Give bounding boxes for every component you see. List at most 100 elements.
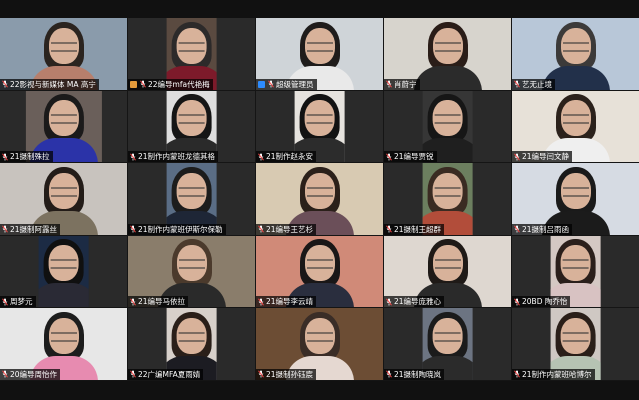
participant-tile[interactable]: 超级管理员 — [256, 18, 383, 90]
muted-mic-icon — [258, 370, 264, 378]
participant-name-label: 21制作内蒙班哈博尔 — [512, 368, 595, 380]
participant-tile[interactable]: 21摄制陶晓岚 — [384, 308, 511, 380]
participant-name-label: 22编导mfa代艳梅 — [128, 78, 213, 90]
participant-name: 肖蔚宁 — [394, 79, 417, 89]
participant-name: 周梦元 — [10, 297, 33, 307]
participant-name: 21摄制陶晓岚 — [394, 369, 442, 379]
participant-name-label: 超级管理员 — [256, 78, 317, 90]
muted-mic-icon — [2, 298, 8, 306]
participant-name: 21制作赵永安 — [266, 152, 314, 162]
participant-name-label: 21制作赵永安 — [256, 151, 317, 163]
participant-tile[interactable]: 21制作内蒙班哈博尔 — [512, 308, 639, 380]
participant-name: 艺无止境 — [522, 79, 552, 89]
muted-mic-icon — [514, 225, 520, 233]
participant-name-label: 21摄制阿露丝 — [0, 223, 61, 235]
participant-name-label: 21编导王艺杉 — [256, 223, 317, 235]
muted-mic-icon — [140, 80, 146, 88]
host-icon — [258, 80, 265, 88]
window-top-bar — [0, 0, 639, 18]
window-bottom-bar — [0, 381, 639, 400]
participant-name: 21摄制吕雨函 — [522, 224, 570, 234]
participant-tile[interactable]: 22广编MFA夏雨婧 — [128, 308, 255, 380]
participant-name: 21编导李云靖 — [266, 297, 314, 307]
participant-name-label: 21制作内蒙班伊斯尔保勒 — [128, 223, 226, 235]
muted-mic-icon — [514, 298, 520, 306]
participant-name: 21摄制阿露丝 — [10, 224, 58, 234]
muted-mic-icon — [386, 225, 392, 233]
participant-tile[interactable]: 21编导王艺杉 — [256, 163, 383, 235]
participant-name-label: 21编导庞雅心 — [384, 296, 445, 308]
participant-tile[interactable]: 21摄制王超群 — [384, 163, 511, 235]
participant-tile[interactable]: 21编导马依拉 — [128, 235, 255, 308]
muted-mic-icon — [514, 153, 520, 161]
muted-mic-icon — [130, 370, 136, 378]
muted-mic-icon — [386, 153, 392, 161]
participant-name: 21摄制孙钰宸 — [266, 369, 314, 379]
participant-tile[interactable]: 21摄制吕雨函 — [512, 163, 639, 235]
participant-tile[interactable]: 21编导庞雅心 — [384, 235, 511, 308]
participant-name: 21编导闫文静 — [522, 152, 570, 162]
raised-hand-icon — [130, 80, 137, 88]
participant-tile[interactable]: 周梦元 — [0, 235, 127, 308]
participant-silhouette — [38, 239, 89, 308]
muted-mic-icon — [130, 298, 136, 306]
participant-name: 21编导马依拉 — [138, 297, 186, 307]
participant-name-label: 21摄制陶晓岚 — [384, 368, 445, 380]
muted-mic-icon — [258, 298, 264, 306]
participant-name: 21制作内蒙班龙德其格 — [138, 152, 216, 162]
muted-mic-icon — [2, 370, 8, 378]
muted-mic-icon — [2, 225, 8, 233]
participant-tile[interactable]: 21编导李云靖 — [256, 235, 383, 308]
muted-mic-icon — [514, 370, 520, 378]
video-feed — [38, 235, 89, 308]
participant-tile[interactable]: 22编导mfa代艳梅 — [128, 18, 255, 90]
participant-name: 21摄制殊拉 — [10, 152, 50, 162]
participant-name: 21摄制王超群 — [394, 224, 442, 234]
muted-mic-icon — [2, 80, 8, 88]
participant-name-label: 21编导闫文静 — [512, 151, 573, 163]
muted-mic-icon — [130, 153, 136, 161]
participant-name-label: 20BD 陶乔怡 — [512, 296, 571, 308]
muted-mic-icon — [258, 225, 264, 233]
participant-name: 21编导庞雅心 — [394, 297, 442, 307]
participant-name-label: 21摄制王超群 — [384, 223, 445, 235]
participant-name-label: 21编导李云靖 — [256, 296, 317, 308]
participant-name-label: 22影视与新媒体 MA 高宁 — [0, 78, 99, 90]
participant-name-label: 周梦元 — [0, 296, 36, 308]
muted-mic-icon — [130, 225, 136, 233]
participant-tile[interactable]: 肖蔚宁 — [384, 18, 511, 90]
participant-tile[interactable]: 21制作内蒙班伊斯尔保勒 — [128, 163, 255, 235]
muted-mic-icon — [386, 298, 392, 306]
muted-mic-icon — [2, 153, 8, 161]
participant-tile[interactable]: 21摄制阿露丝 — [0, 163, 127, 235]
participant-name: 超级管理员 — [276, 79, 314, 89]
participant-tile[interactable]: 22影视与新媒体 MA 高宁 — [0, 18, 127, 90]
participant-tile[interactable]: 20BD 陶乔怡 — [512, 235, 639, 308]
muted-mic-icon — [386, 370, 392, 378]
muted-mic-icon — [386, 80, 392, 88]
muted-mic-icon — [258, 153, 264, 161]
participant-name: 21制作内蒙班哈博尔 — [522, 369, 592, 379]
participant-name: 22影视与新媒体 MA 高宁 — [10, 79, 96, 89]
participant-name-label: 21制作内蒙班龙德其格 — [128, 151, 219, 163]
participant-name: 20编导周怡作 — [10, 369, 58, 379]
muted-mic-icon — [514, 80, 520, 88]
participant-tile[interactable]: 艺无止境 — [512, 18, 639, 90]
participant-tile[interactable]: 21制作赵永安 — [256, 90, 383, 163]
participant-name-label: 21编导贾锐 — [384, 151, 437, 163]
participant-name-label: 21摄制吕雨函 — [512, 223, 573, 235]
participant-name: 20BD 陶乔怡 — [522, 297, 568, 307]
participant-tile[interactable]: 21编导闫文静 — [512, 90, 639, 163]
participant-name-label: 22广编MFA夏雨婧 — [128, 368, 204, 380]
participant-tile[interactable]: 21制作内蒙班龙德其格 — [128, 90, 255, 163]
participant-name-label: 21摄制殊拉 — [0, 151, 53, 163]
participant-tile[interactable]: 21摄制殊拉 — [0, 90, 127, 163]
participant-silhouette — [411, 21, 485, 90]
participant-name: 21编导贾锐 — [394, 152, 434, 162]
participant-name: 22编导mfa代艳梅 — [148, 79, 210, 89]
participant-grid: 22影视与新媒体 MA 高宁 22编导mfa代艳梅 超级管理员 肖蔚宁 艺无止境 21摄制… — [0, 18, 639, 381]
participant-name: 21制作内蒙班伊斯尔保勒 — [138, 224, 223, 234]
participant-tile[interactable]: 20编导周怡作 — [0, 308, 127, 380]
participant-tile[interactable]: 21编导贾锐 — [384, 90, 511, 163]
participant-tile[interactable]: 21摄制孙钰宸 — [256, 308, 383, 380]
